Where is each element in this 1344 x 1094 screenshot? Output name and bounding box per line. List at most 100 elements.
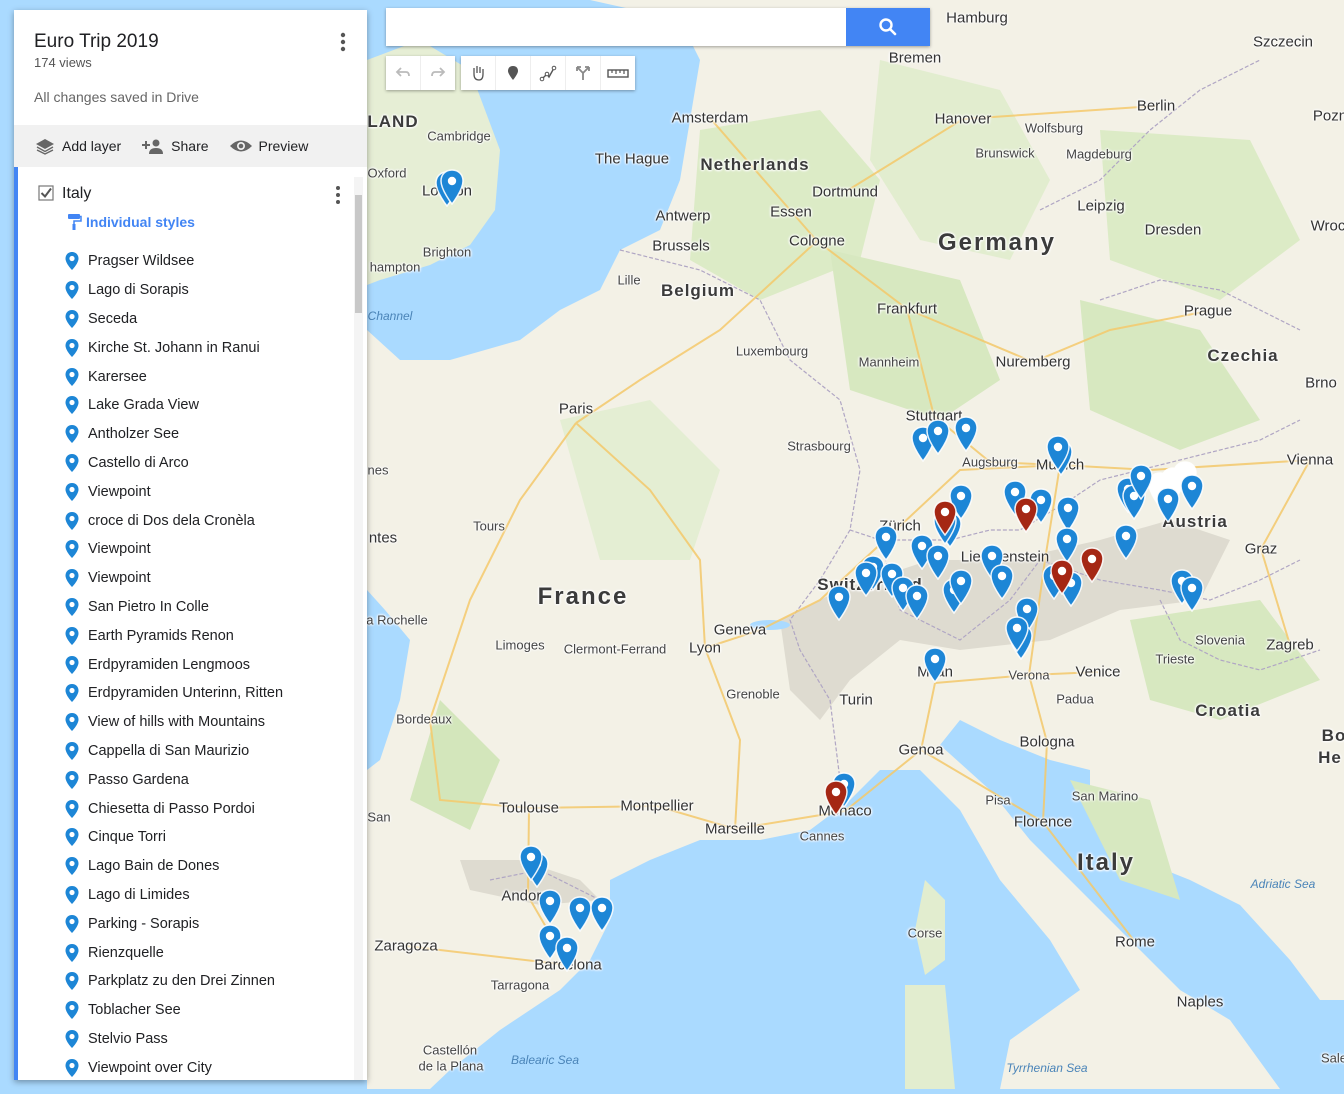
layer-options-button[interactable] — [331, 183, 345, 207]
map-pin-blue[interactable] — [1179, 576, 1205, 613]
map-pin-blue[interactable] — [1128, 464, 1154, 501]
map-pin-blue[interactable] — [1155, 487, 1181, 524]
place-pin-icon — [65, 713, 79, 732]
place-item[interactable]: Toblacher See — [64, 996, 283, 1025]
map-pin-blue[interactable] — [1004, 616, 1030, 653]
map-pin-blue[interactable] — [1045, 435, 1071, 472]
map-label: Graz — [1244, 540, 1278, 558]
redo-button[interactable] — [421, 56, 455, 90]
measure-button[interactable] — [601, 56, 635, 90]
place-pin-icon — [65, 684, 79, 703]
map-pin-blue[interactable] — [826, 585, 852, 622]
place-item[interactable]: Cappella di San Maurizio — [64, 737, 283, 766]
map-pin-blue[interactable] — [925, 419, 951, 456]
place-item[interactable]: Viewpoint over City — [64, 1053, 283, 1080]
map-label: Oxford — [367, 165, 407, 181]
map-label: Bordeaux — [396, 711, 452, 727]
place-item[interactable]: croce di Dos dela Cronèla — [64, 506, 283, 535]
place-item[interactable]: Viewpoint — [64, 477, 283, 506]
place-item[interactable]: Viewpoint — [64, 535, 283, 564]
place-item[interactable]: Viewpoint — [64, 564, 283, 593]
layers-icon — [36, 139, 54, 155]
place-item[interactable]: San Pietro In Colle — [64, 593, 283, 622]
map-label: Limoges — [495, 637, 545, 653]
add-marker-button[interactable] — [496, 56, 531, 90]
place-item[interactable]: Kirche St. Johann in Ranui — [64, 333, 283, 362]
map-label: Verona — [1008, 667, 1050, 683]
map-label: Amsterdam — [671, 109, 749, 127]
place-pin-icon — [65, 914, 79, 933]
preview-button[interactable]: Preview — [229, 137, 308, 155]
map-title[interactable]: Euro Trip 2019 — [34, 31, 159, 53]
share-button[interactable]: Share — [141, 137, 209, 155]
map-pin-blue[interactable] — [1054, 527, 1080, 564]
place-item[interactable]: Erdpyramiden Unterinn, Ritten — [64, 679, 283, 708]
map-label: Dortmund — [812, 183, 878, 201]
place-item[interactable]: Lago di Limides — [64, 881, 283, 910]
place-name: Pragser Wildsee — [88, 253, 195, 270]
map-label: hampton — [369, 259, 421, 275]
place-item[interactable]: Parking - Sorapis — [64, 909, 283, 938]
map-label: France — [537, 583, 629, 610]
layer-style-button[interactable]: Individual styles — [66, 213, 195, 231]
place-item[interactable]: Antholzer See — [64, 420, 283, 449]
map-label: Brunswick — [975, 145, 1035, 161]
map-label: Venice — [1075, 663, 1121, 681]
undo-button[interactable] — [386, 56, 421, 90]
place-item[interactable]: Passo Gardena — [64, 765, 283, 794]
map-label: Cologne — [789, 232, 845, 250]
directions-button[interactable] — [566, 56, 601, 90]
place-item[interactable]: Cinque Torri — [64, 823, 283, 852]
place-item[interactable]: Parkplatz zu den Drei Zinnen — [64, 967, 283, 996]
search-input[interactable] — [386, 8, 860, 46]
map-pin-red[interactable] — [932, 500, 958, 537]
map-pin-blue[interactable] — [537, 889, 563, 926]
map-pin-blue[interactable] — [989, 564, 1015, 601]
marker-icon — [508, 66, 518, 80]
place-item[interactable]: Seceda — [64, 305, 283, 334]
map-label: Bremen — [888, 49, 942, 67]
map-label: Vienna — [1286, 451, 1334, 469]
search-button[interactable] — [846, 8, 930, 46]
hand-tool-button[interactable] — [461, 56, 496, 90]
place-item[interactable]: Rienzquelle — [64, 938, 283, 967]
map-pin-blue[interactable] — [853, 561, 879, 598]
map-pin-red[interactable] — [1079, 547, 1105, 584]
place-pin-icon — [65, 597, 79, 616]
place-item[interactable]: Karersee — [64, 362, 283, 391]
map-pin-blue[interactable] — [554, 936, 580, 973]
map-label: Rome — [1114, 933, 1156, 951]
map-pin-red[interactable] — [1013, 497, 1039, 534]
place-item[interactable]: View of hills with Mountains — [64, 708, 283, 737]
place-name: Seceda — [88, 310, 138, 327]
place-item[interactable]: Earth Pyramids Renon — [64, 621, 283, 650]
map-pin-blue[interactable] — [922, 647, 948, 684]
place-item[interactable]: Lago Bain de Dones — [64, 852, 283, 881]
map-pin-blue[interactable] — [439, 169, 465, 206]
layer-name[interactable]: Italy — [62, 185, 91, 203]
map-pin-blue[interactable] — [518, 845, 544, 882]
map-pin-blue[interactable] — [953, 416, 979, 453]
map-pin-red[interactable] — [1049, 559, 1075, 596]
panel-scrollbar[interactable] — [354, 177, 363, 1080]
place-item[interactable]: Stelvio Pass — [64, 1025, 283, 1054]
place-item[interactable]: Castello di Arco — [64, 449, 283, 478]
map-pin-blue[interactable] — [1179, 474, 1205, 511]
map-pin-blue[interactable] — [904, 584, 930, 621]
add-layer-button[interactable]: Add layer — [34, 137, 121, 155]
place-pin-icon — [65, 367, 79, 386]
draw-line-button[interactable] — [531, 56, 566, 90]
map-label: Bologna — [1019, 733, 1075, 751]
map-options-button[interactable] — [331, 28, 355, 56]
layer-visibility-checkbox[interactable] — [38, 185, 54, 201]
map-pin-blue[interactable] — [589, 896, 615, 933]
place-item[interactable]: Lago di Sorapis — [64, 276, 283, 305]
place-item[interactable]: Lake Grada View — [64, 391, 283, 420]
map-pin-blue[interactable] — [948, 569, 974, 606]
map-pin-red[interactable] — [823, 780, 849, 817]
place-item[interactable]: Chiesetta di Passo Pordoi — [64, 794, 283, 823]
place-item[interactable]: Erdpyramiden Lengmoos — [64, 650, 283, 679]
scrollbar-thumb[interactable] — [355, 195, 362, 313]
map-pin-blue[interactable] — [1113, 524, 1139, 561]
place-item[interactable]: Pragser Wildsee — [64, 247, 283, 276]
